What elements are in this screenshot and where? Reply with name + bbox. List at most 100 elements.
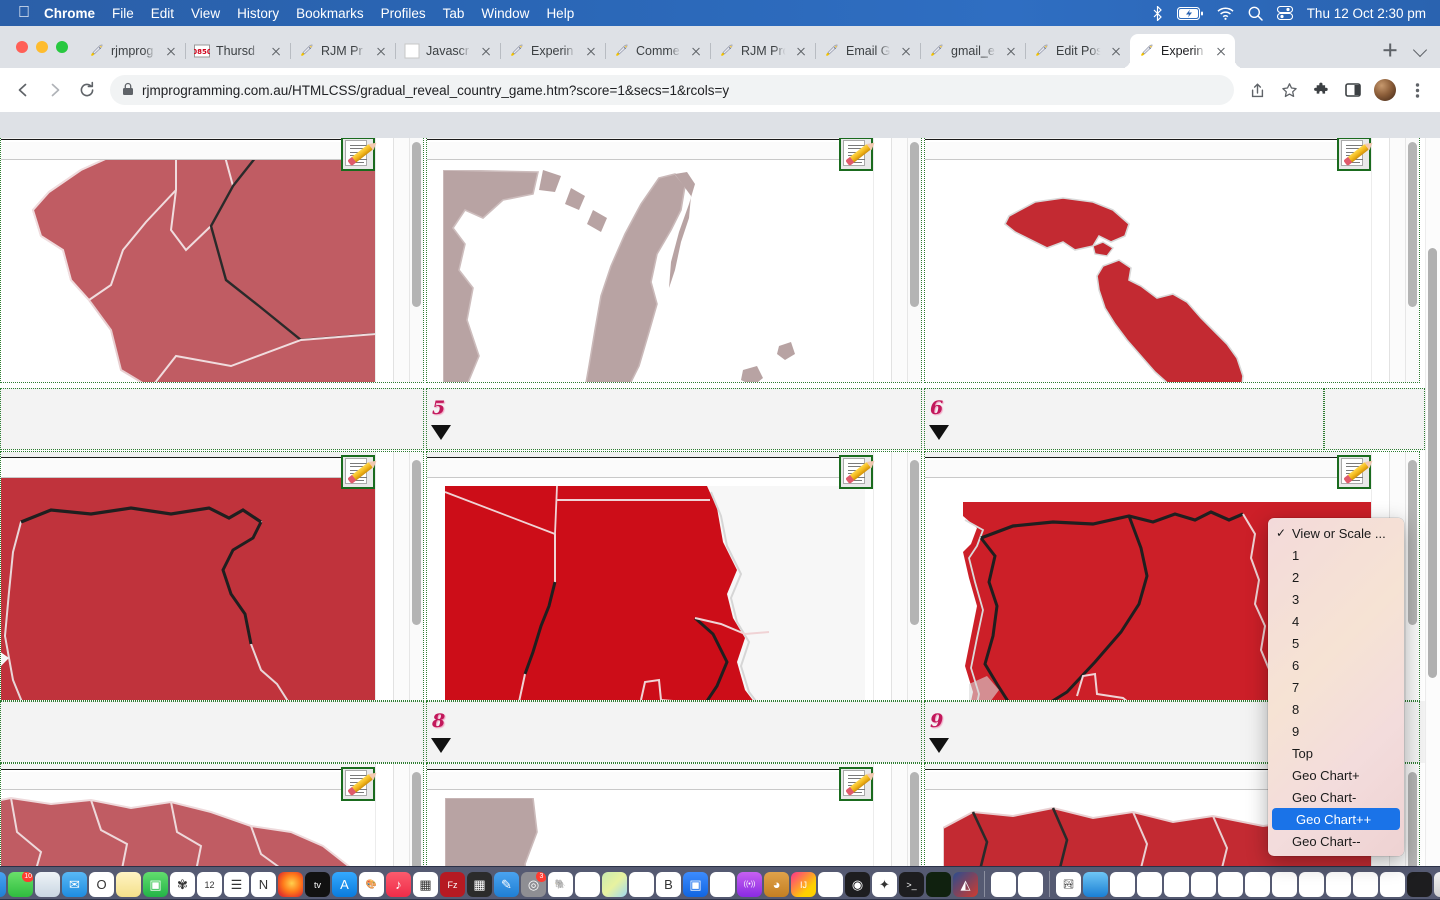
side-panel-icon[interactable] [1338,75,1368,105]
dropdown-item-4[interactable]: 4 [1268,610,1404,632]
dock-chrome-2-icon[interactable] [991,872,1016,897]
panel-vertical-scrollbar[interactable] [409,452,423,700]
map-cell-r2c1[interactable] [0,451,424,701]
dock-calendar-icon[interactable]: 12 [197,872,222,897]
dropdown-item-geo-chart[interactable]: Geo Chart- [1268,786,1404,808]
note-with-pencil-icon[interactable] [1337,455,1371,489]
menubar-clock[interactable]: Thu 12 Oct 2:30 pm [1307,6,1426,21]
map-viewport-sudan[interactable] [427,478,891,700]
browser-tab-6[interactable]: Comme [605,34,711,68]
tab-close-icon[interactable] [898,43,914,59]
tab-close-icon[interactable] [1213,43,1229,59]
dock-firefox-icon[interactable] [278,872,303,897]
wifi-icon[interactable] [1217,7,1234,20]
dock-mail-icon[interactable]: ✉ [62,872,87,897]
browser-tab-9[interactable]: gmail_e [920,34,1026,68]
note-with-pencil-icon[interactable] [839,138,873,171]
map-viewport-peru[interactable] [1,160,393,382]
dock-affinity-icon[interactable]: ◭ [953,872,978,897]
panel-vertical-scrollbar[interactable] [1405,452,1419,700]
dock-safari-icon[interactable] [35,872,60,897]
dock-window-minimized-1-icon[interactable] [1110,872,1135,897]
dock-window-minimized-6-icon[interactable] [1245,872,1270,897]
tab-close-icon[interactable] [583,43,599,59]
triangle-down-icon[interactable] [431,738,451,753]
panel-vertical-scrollbar[interactable] [907,764,921,877]
note-with-pencil-icon[interactable] [839,767,873,801]
dock-window-minimized-5-icon[interactable] [1218,872,1243,897]
tab-close-icon[interactable] [268,43,284,59]
dock-preview-image-icon[interactable]: 🏞 [1056,872,1081,897]
dropdown-item-geo-chart[interactable]: Geo Chart++ [1272,808,1400,830]
page-vertical-scroll-thumb[interactable] [1428,248,1437,678]
three-dot-menu-icon[interactable] [1402,75,1432,105]
dock-console-icon[interactable] [926,872,951,897]
map-cell-r1c2[interactable] [426,138,922,383]
view-or-scale-dropdown[interactable]: ✓ View or Scale ... 1 2 3 4 5 6 7 8 9 Top Geo Chart+… [1268,518,1404,856]
menu-item-bookmarks[interactable]: Bookmarks [296,6,364,21]
panel-vertical-scrollbar[interactable] [907,138,921,382]
menu-item-edit[interactable]: Edit [151,6,174,21]
dropdown-item-8[interactable]: 8 [1268,698,1404,720]
dock-music-icon[interactable]: ♪ [386,872,411,897]
panel-scroll-thumb[interactable] [910,772,919,877]
dropdown-item-9[interactable]: 9 [1268,720,1404,742]
tab-close-icon[interactable] [1108,43,1124,59]
dropdown-item-top[interactable]: Top [1268,742,1404,764]
dock-screens-icon[interactable] [710,872,735,897]
menu-item-chrome[interactable]: Chrome [44,6,95,21]
close-window-button[interactable] [16,41,28,53]
dock-evernote-icon[interactable]: 🐘 [548,872,573,897]
dropdown-item-5[interactable]: 5 [1268,632,1404,654]
address-bar[interactable]: rjmprogramming.com.au/HTMLCSS/gradual_re… [110,75,1234,105]
dock-calculator-icon[interactable]: ▦ [467,872,492,897]
map-viewport-madagascar[interactable] [427,160,891,382]
dock-window-minimized-4-icon[interactable] [1191,872,1216,897]
panel-vertical-scrollbar[interactable] [1405,138,1419,382]
dock-intellij-icon[interactable]: IJ [791,872,816,897]
browser-tab-5[interactable]: Experin [500,34,606,68]
dock-terminal-icon[interactable]: >_ [899,872,924,897]
browser-tab-4[interactable]: Javascr [395,34,501,68]
map-viewport-malta[interactable] [925,160,1389,382]
panel-scroll-thumb[interactable] [910,460,919,625]
dropdown-item-view-or-scale[interactable]: ✓ View or Scale ... [1268,522,1404,544]
menu-item-tab[interactable]: Tab [443,6,465,21]
dock-facetime-icon[interactable]: ▣ [143,872,168,897]
map-viewport-africa[interactable] [427,790,891,877]
menu-item-view[interactable]: View [191,6,220,21]
dock-textedit-2-icon[interactable] [1018,872,1043,897]
menu-item-window[interactable]: Window [481,6,529,21]
tab-close-icon[interactable] [688,43,704,59]
menu-item-history[interactable]: History [237,6,279,21]
dock-window-minimized-9-icon[interactable] [1326,872,1351,897]
dock-textedit-icon[interactable] [575,872,600,897]
tab-close-icon[interactable] [478,43,494,59]
menu-item-profiles[interactable]: Profiles [381,6,426,21]
map-cell-r3c1[interactable] [0,763,424,877]
dock-notes-icon[interactable] [116,872,141,897]
map-cell-r3c2[interactable] [426,763,922,877]
map-cell-r2c2[interactable] [426,451,922,701]
dock-reminders-icon[interactable]: ☰ [224,872,249,897]
tab-search-chevron-icon[interactable] [1408,36,1434,64]
back-arrow-icon[interactable] [8,75,38,105]
panel-scroll-thumb[interactable] [1408,772,1417,877]
maximize-window-button[interactable] [56,41,68,53]
dock-chrome-icon[interactable] [818,872,843,897]
note-with-pencil-icon[interactable] [341,138,375,171]
note-with-pencil-icon[interactable] [341,767,375,801]
star-icon[interactable] [1274,75,1304,105]
dock-launchpad-icon[interactable]: ▦ [413,872,438,897]
dock-apple-tv-icon[interactable]: tv [305,872,330,897]
dropdown-item-3[interactable]: 3 [1268,588,1404,610]
tab-close-icon[interactable] [793,43,809,59]
battery-charging-icon[interactable] [1176,6,1203,20]
avatar[interactable] [1370,75,1400,105]
map-viewport-brazil[interactable] [1,790,393,877]
triangle-down-icon[interactable] [929,738,949,753]
spotlight-search-icon[interactable] [1248,6,1263,21]
map-viewport-balkans[interactable] [1,478,393,700]
dock-app-store-icon[interactable]: A [332,872,357,897]
dropdown-item-geo-chart[interactable]: Geo Chart+ [1268,764,1404,786]
